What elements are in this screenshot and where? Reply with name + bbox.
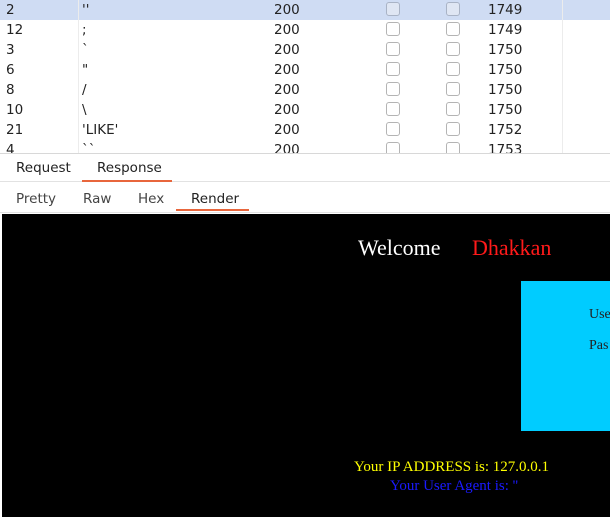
column-divider <box>78 140 79 153</box>
active-view-tab-underline <box>176 209 249 211</box>
username-label: Use <box>589 307 610 322</box>
length-cell: 1750 <box>488 102 523 118</box>
tab-response[interactable]: Response <box>97 154 162 182</box>
password-label: Pas <box>589 338 609 353</box>
error-checkbox[interactable] <box>386 122 400 136</box>
length-cell: 1750 <box>488 62 523 78</box>
column-divider <box>562 20 563 40</box>
payload-cell: 'LIKE' <box>82 122 119 138</box>
timeout-checkbox[interactable] <box>446 122 460 136</box>
welcome-name: Dhakkan <box>472 235 552 260</box>
column-divider <box>78 120 79 140</box>
timeout-checkbox[interactable] <box>446 102 460 116</box>
status-code-cell: 200 <box>274 102 300 118</box>
error-checkbox[interactable] <box>386 142 400 153</box>
column-divider <box>78 0 79 20</box>
ip-address-line: Your IP ADDRESS is: 127.0.0.1 <box>354 459 550 475</box>
tab-hex[interactable]: Hex <box>138 182 164 212</box>
request-number-cell: 3 <box>6 42 15 58</box>
timeout-checkbox[interactable] <box>446 42 460 56</box>
timeout-checkbox[interactable] <box>446 62 460 76</box>
payload-cell: / <box>82 82 87 98</box>
render-pane: Welcome Dhakkan Use Pas Your IP ADDRESS … <box>2 214 610 517</box>
payload-cell: ` <box>82 42 89 58</box>
column-divider <box>78 100 79 120</box>
table-row[interactable]: 2 '' 200 1749 <box>0 0 610 20</box>
error-checkbox[interactable] <box>386 62 400 76</box>
status-code-cell: 200 <box>274 142 300 153</box>
table-row[interactable]: 4 `` 200 1753 <box>0 140 610 153</box>
tab-raw[interactable]: Raw <box>83 182 111 212</box>
status-code-cell: 200 <box>274 2 300 18</box>
payload-cell: `` <box>82 142 96 153</box>
length-cell: 1750 <box>488 82 523 98</box>
status-code-cell: 200 <box>274 122 300 138</box>
error-checkbox[interactable] <box>386 102 400 116</box>
table-row[interactable]: 10 \ 200 1750 <box>0 100 610 120</box>
view-tabs: Pretty Raw Hex Render <box>0 182 610 213</box>
column-divider <box>562 120 563 140</box>
error-checkbox[interactable] <box>386 22 400 36</box>
column-divider <box>78 80 79 100</box>
tab-render[interactable]: Render <box>191 182 239 212</box>
column-divider <box>78 20 79 40</box>
request-number-cell: 12 <box>6 22 24 38</box>
timeout-checkbox[interactable] <box>446 142 460 153</box>
error-checkbox[interactable] <box>386 2 400 16</box>
table-row[interactable]: 8 / 200 1750 <box>0 80 610 100</box>
table-row[interactable]: 21 'LIKE' 200 1752 <box>0 120 610 140</box>
column-divider <box>562 40 563 60</box>
request-number-cell: 6 <box>6 62 15 78</box>
status-code-cell: 200 <box>274 62 300 78</box>
column-divider <box>562 60 563 80</box>
column-divider <box>562 100 563 120</box>
request-number-cell: 10 <box>6 102 24 118</box>
timeout-checkbox[interactable] <box>446 82 460 96</box>
length-cell: 1752 <box>488 122 523 138</box>
column-divider <box>562 80 563 100</box>
error-checkbox[interactable] <box>386 82 400 96</box>
payload-cell: " <box>82 62 89 78</box>
table-row[interactable]: 3 ` 200 1750 <box>0 40 610 60</box>
request-number-cell: 8 <box>6 82 15 98</box>
error-checkbox[interactable] <box>386 42 400 56</box>
request-number-cell: 21 <box>6 122 24 138</box>
timeout-checkbox[interactable] <box>446 22 460 36</box>
tab-request[interactable]: Request <box>16 154 71 182</box>
status-code-cell: 200 <box>274 82 300 98</box>
status-code-cell: 200 <box>274 22 300 38</box>
welcome-text: Welcome <box>358 235 441 260</box>
payload-cell: '' <box>82 2 90 18</box>
payload-cell: \ <box>82 102 87 118</box>
login-box: Use Pas <box>521 281 610 431</box>
column-divider <box>562 140 563 153</box>
results-table: 2 '' 200 1749 12; 200 1749 3 ` 200 1750 6 " 200 1750 8 /… <box>0 0 610 153</box>
request-number-cell: 4 <box>6 142 15 153</box>
status-code-cell: 200 <box>274 42 300 58</box>
timeout-checkbox[interactable] <box>446 2 460 16</box>
user-agent-line: Your User Agent is: '' <box>390 478 519 494</box>
table-row[interactable]: 12; 200 1749 <box>0 20 610 40</box>
payload-cell: ; <box>82 22 87 38</box>
length-cell: 1749 <box>488 22 523 38</box>
length-cell: 1750 <box>488 42 523 58</box>
length-cell: 1753 <box>488 142 523 153</box>
request-response-tabs: Request Response <box>0 153 610 182</box>
column-divider <box>78 40 79 60</box>
tab-pretty[interactable]: Pretty <box>16 182 56 212</box>
column-divider <box>78 60 79 80</box>
length-cell: 1749 <box>488 2 523 18</box>
column-divider <box>562 0 563 20</box>
request-number-cell: 2 <box>6 2 15 18</box>
table-row[interactable]: 6 " 200 1750 <box>0 60 610 80</box>
